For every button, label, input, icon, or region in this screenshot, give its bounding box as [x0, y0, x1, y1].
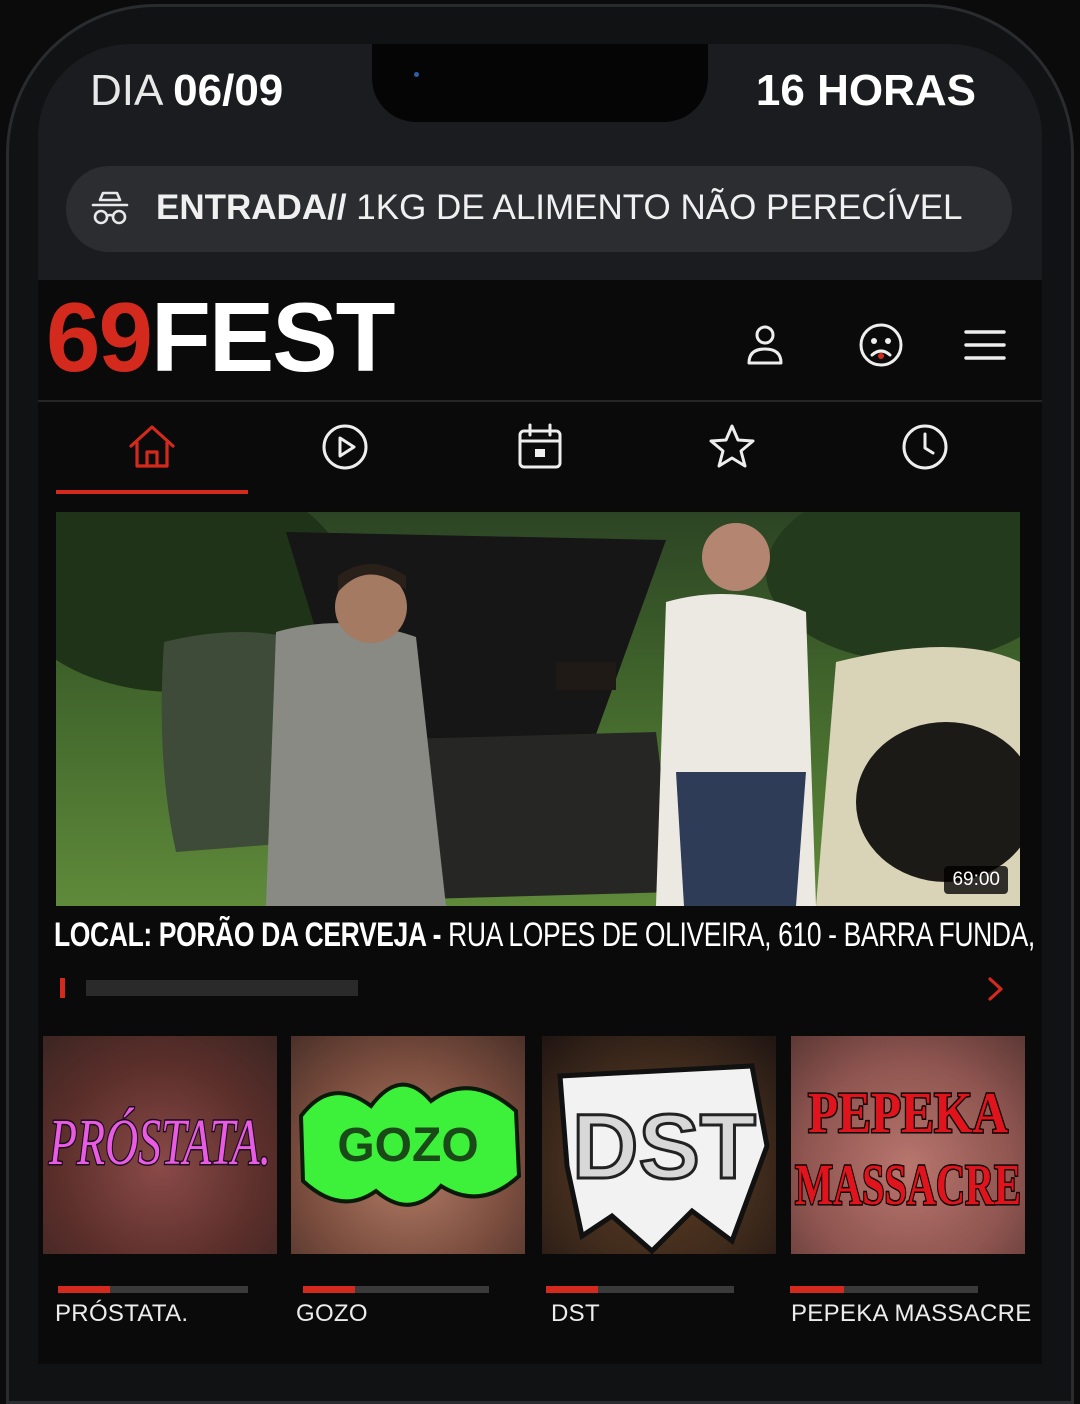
site-logo[interactable]: 69FEST: [46, 288, 395, 386]
camera-dot: [414, 72, 419, 77]
user-icon[interactable]: [740, 320, 790, 370]
hero-image: [56, 512, 1020, 906]
band-card-pepeka-massacre[interactable]: PEPEKA MASSACRE: [791, 1036, 1025, 1254]
scroll-indicator-active: [60, 978, 65, 998]
active-tab-indicator: [56, 490, 248, 494]
star-icon[interactable]: [707, 422, 757, 472]
svg-text:PRÓSTATA.: PRÓSTATA.: [48, 1106, 271, 1179]
band-logo-dst: DST: [557, 1063, 770, 1254]
face-icon[interactable]: [856, 320, 906, 370]
hero-video[interactable]: 69:00: [56, 512, 1020, 906]
band-logo-gozo: GOZO: [298, 1082, 522, 1207]
band-card-gozo[interactable]: GOZO: [291, 1036, 525, 1254]
menu-icon[interactable]: [960, 320, 1010, 370]
band-name[interactable]: DST: [551, 1300, 600, 1328]
video-duration: 69:00: [944, 866, 1008, 894]
scroll-track[interactable]: [86, 980, 358, 996]
svg-text:PEPEKA: PEPEKA: [808, 1080, 1008, 1145]
band-progress-fill: [58, 1286, 110, 1293]
notch: [372, 44, 708, 122]
time-label: 16 HORAS: [755, 66, 976, 115]
screen: DIA 06/09 16 HORAS ENTRADA// 1KG DE ALIM…: [38, 44, 1042, 1364]
band-logo-prostata: PRÓSTATA.: [47, 1105, 273, 1181]
home-icon[interactable]: [127, 422, 177, 472]
play-icon[interactable]: [320, 422, 370, 472]
address-text: ENTRADA// 1KG DE ALIMENTO NÃO PERECÍVEL: [156, 188, 963, 227]
venue-info: LOCAL: PORÃO DA CERVEJA - RUA LOPES DE O…: [54, 916, 1042, 954]
band-name[interactable]: PRÓSTATA.: [55, 1300, 188, 1328]
chevron-right-icon[interactable]: [984, 972, 1008, 1006]
band-logo-pepeka-massacre: PEPEKA MASSACRE: [794, 1079, 1023, 1219]
band-name[interactable]: PEPEKA MASSACRE: [791, 1300, 1032, 1328]
header-divider: [38, 400, 1042, 402]
clock-icon[interactable]: [900, 422, 950, 472]
band-card-dst[interactable]: DST: [542, 1036, 776, 1254]
incognito-icon: [91, 191, 129, 225]
calendar-icon[interactable]: [515, 422, 565, 472]
status-bar: DIA 06/09 16 HORAS ENTRADA// 1KG DE ALIM…: [38, 44, 1042, 280]
band-card-prostata[interactable]: PRÓSTATA.: [43, 1036, 277, 1254]
svg-text:MASSACRE: MASSACRE: [795, 1152, 1021, 1217]
address-bar[interactable]: ENTRADA// 1KG DE ALIMENTO NÃO PERECÍVEL: [66, 166, 1012, 252]
svg-text:GOZO: GOZO: [337, 1119, 478, 1172]
band-progress-fill: [546, 1286, 598, 1293]
band-progress-fill: [790, 1286, 844, 1293]
svg-text:DST: DST: [572, 1096, 756, 1198]
date-label: DIA 06/09: [90, 66, 284, 115]
band-name[interactable]: GOZO: [296, 1300, 368, 1328]
band-progress-fill: [303, 1286, 355, 1293]
